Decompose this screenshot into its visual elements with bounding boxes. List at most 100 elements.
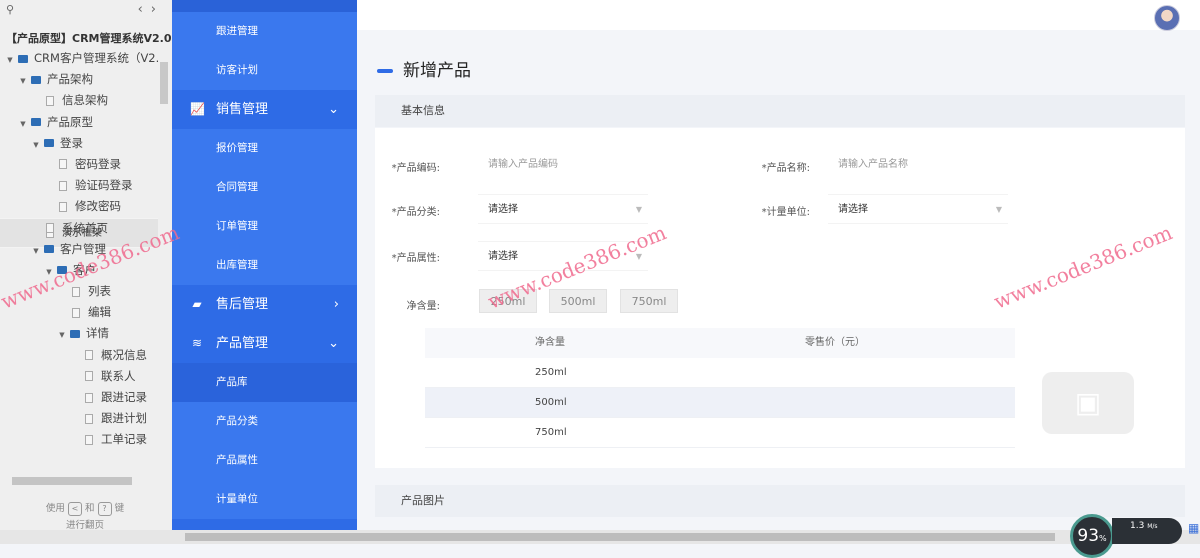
product-code-input[interactable]: 请输入产品编码 xyxy=(478,150,648,180)
user-avatar[interactable] xyxy=(1154,5,1180,31)
cell-volume: 750ml xyxy=(535,427,567,438)
sidebar-item[interactable]: 产品库 xyxy=(172,363,357,402)
tree-horizontal-scrollbar[interactable] xyxy=(4,476,156,486)
project-title: 【产品原型】CRM管理系统V2.0 xyxy=(6,32,172,45)
tree-item[interactable]: 修改密码 xyxy=(0,196,158,217)
tree-item[interactable]: ▼ 客户 xyxy=(0,260,158,281)
expand-arrow-icon[interactable]: ▼ xyxy=(17,114,29,135)
expand-arrow-icon[interactable]: ▼ xyxy=(30,241,42,262)
tree-item-label: 联系人 xyxy=(101,368,136,383)
page-icon xyxy=(85,371,93,382)
product-name-input[interactable]: 请输入产品名称 xyxy=(828,150,998,180)
tree-item-label: 编辑 xyxy=(88,305,111,320)
tree-item-label: 列表 xyxy=(88,284,111,299)
category-label: *产品分类: xyxy=(391,207,440,218)
tree-item[interactable]: 验证码登录 xyxy=(0,175,158,196)
tree-item-label: 概况信息 xyxy=(101,347,147,362)
page-icon xyxy=(85,350,93,361)
tree-item[interactable]: 编辑 xyxy=(0,302,158,323)
page-icon xyxy=(72,286,80,297)
expand-arrow-icon[interactable]: ▼ xyxy=(30,135,42,156)
volume-tag-750[interactable]: 750ml xyxy=(620,289,678,313)
prev-key: < xyxy=(67,501,82,516)
tree-item[interactable]: ▼ 产品架构 xyxy=(0,69,158,90)
tree-item[interactable]: 跟进记录 xyxy=(0,387,158,408)
attribute-select[interactable]: 请选择 ▼ xyxy=(478,241,648,271)
folder-icon xyxy=(44,139,54,148)
folder-icon xyxy=(57,266,67,275)
hint-text: 和 xyxy=(84,503,95,514)
volume-tag-500[interactable]: 500ml xyxy=(549,289,607,313)
unit-select[interactable]: 请选择 ▼ xyxy=(828,194,1008,224)
sidebar-label: 产品管理 xyxy=(216,336,269,351)
sidebar-group[interactable]: ≋ 产品管理 ⌄ xyxy=(172,324,357,363)
sidebar-item[interactable]: 产品属性 xyxy=(172,441,357,480)
expand-arrow-icon[interactable]: ▼ xyxy=(4,50,16,71)
search-icon[interactable]: ⚲ xyxy=(6,3,14,16)
tree-item[interactable]: 概况信息 xyxy=(0,345,158,366)
grid-icon[interactable]: ▦ xyxy=(1188,521,1199,535)
tree-item[interactable]: ▼ CRM客户管理系统（V2.0） xyxy=(0,48,158,69)
tree-item-label: 信息架构 xyxy=(62,93,108,108)
expand-arrow-icon[interactable]: ▼ xyxy=(43,262,55,283)
sidebar-item[interactable]: 出库管理 xyxy=(172,246,357,285)
folder-icon xyxy=(70,329,80,338)
dropdown-arrow-icon: ▼ xyxy=(995,205,1002,214)
folder-icon xyxy=(31,118,41,127)
tree-item-label: 系统首页 xyxy=(62,220,108,235)
category-select[interactable]: 请选择 ▼ xyxy=(478,194,648,224)
tree-item[interactable]: ▼ 详情 xyxy=(0,323,158,344)
page-tree: ▼ CRM客户管理系统（V2.0） ▼ 产品架构信息架构 ▼ 产品原型 ▼ 登录密码登录验证码… xyxy=(0,48,158,473)
section-product-images: 产品图片 xyxy=(375,485,1185,517)
tree-item[interactable]: ▼ 登录 xyxy=(0,133,158,154)
volume-tag-250[interactable]: 250ml xyxy=(479,289,537,313)
tree-vertical-scrollbar[interactable] xyxy=(159,52,169,472)
layers-icon: ≋ xyxy=(191,336,203,350)
header-volume: 净含量 xyxy=(535,337,565,348)
next-key: ? xyxy=(97,501,112,516)
page-horizontal-scrollbar[interactable] xyxy=(0,530,1200,544)
chevron-right-icon: › xyxy=(333,297,339,312)
expand-arrow-icon[interactable]: ▼ xyxy=(56,325,68,346)
paging-hint: 使用 < 和 ? 键 进行翻页 xyxy=(0,500,170,534)
expand-arrow-icon[interactable]: ▼ xyxy=(17,71,29,92)
chevron-down-icon: ⌄ xyxy=(328,102,339,117)
cpu-unit: % xyxy=(1099,534,1107,543)
sidebar-group[interactable]: 📈 销售管理 ⌄ xyxy=(172,90,357,129)
tree-item-label: CRM客户管理系统（V2.0） xyxy=(34,51,158,65)
page-title-text: 新增产品 xyxy=(403,61,471,81)
attribute-value: 请选择 xyxy=(488,251,518,262)
tree-item[interactable]: ▼ 客户管理 xyxy=(0,239,158,260)
tree-item-label: 客户 xyxy=(73,262,96,277)
watermark-logo: ▣ xyxy=(1042,372,1134,434)
tree-item[interactable]: ▼ 产品原型 xyxy=(0,112,158,133)
tree-item[interactable]: 联系人 xyxy=(0,366,158,387)
main-content: 新增产品 基本信息 *产品编码: 请输入产品编码 *产品名称: 请输入产品名称 … xyxy=(357,0,1200,530)
sidebar-item[interactable]: 合同管理 xyxy=(172,168,357,207)
tree-item[interactable]: 信息架构 xyxy=(0,90,158,111)
sidebar-item[interactable]: 访客计划 xyxy=(172,51,357,90)
sidebar-item[interactable]: 产品分类 xyxy=(172,402,357,441)
page-icon xyxy=(59,159,67,170)
tree-item[interactable]: 工单记录 xyxy=(0,429,158,450)
table-row: 500ml xyxy=(425,388,1015,418)
tree-item[interactable]: 系统首页 xyxy=(0,218,158,239)
page-icon xyxy=(59,180,67,191)
tree-item-label: 跟进记录 xyxy=(101,390,147,404)
tree-item[interactable]: 密码登录 xyxy=(0,154,158,175)
tree-item-label: 登录 xyxy=(60,135,83,150)
sidebar-item[interactable]: 计量单位 xyxy=(172,480,357,519)
page-nav-arrows[interactable]: ‹› xyxy=(138,2,164,17)
sidebar-label: 销售管理 xyxy=(216,102,269,117)
category-value: 请选择 xyxy=(488,204,518,215)
sidebar-item[interactable]: 报价管理 xyxy=(172,129,357,168)
title-marker xyxy=(377,69,393,73)
cpu-gauge: 93% xyxy=(1070,514,1114,558)
sidebar-item[interactable]: 订单管理 xyxy=(172,207,357,246)
sidebar-group[interactable]: ▰ 售后管理 › xyxy=(172,285,357,324)
section-basic-info: 基本信息 xyxy=(375,95,1185,127)
tree-item[interactable]: 列表 xyxy=(0,281,158,302)
sidebar-item[interactable]: 跟进管理 xyxy=(172,12,357,51)
tree-item[interactable]: 跟进计划 xyxy=(0,408,158,429)
top-bar xyxy=(357,0,1200,31)
